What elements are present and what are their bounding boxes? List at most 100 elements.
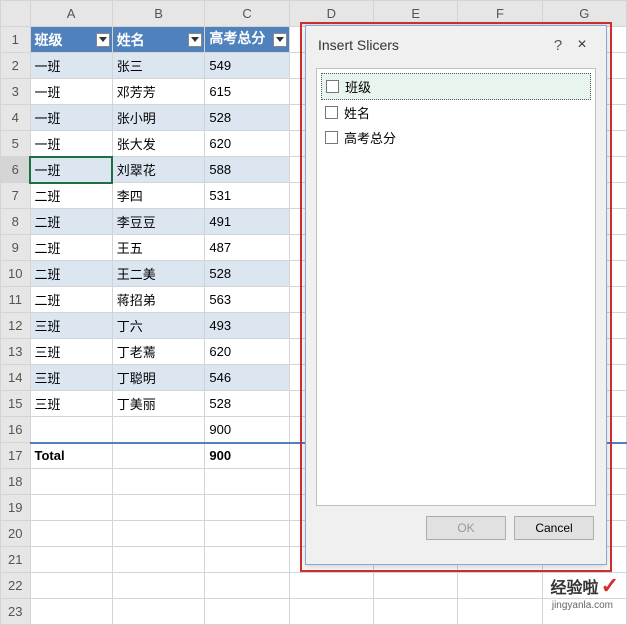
cell-name[interactable]: 丁聪明	[112, 365, 205, 391]
cell-class[interactable]: 一班	[30, 53, 112, 79]
col-header-G[interactable]: G	[542, 1, 626, 27]
check-icon: ✓	[601, 573, 619, 599]
row-header[interactable]: 13	[1, 339, 31, 365]
cell-name[interactable]: 王五	[112, 235, 205, 261]
row-header[interactable]: 9	[1, 235, 31, 261]
col-header-F[interactable]: F	[458, 1, 542, 27]
col-header-C[interactable]: C	[205, 1, 289, 27]
cell-score[interactable]: 531	[205, 183, 289, 209]
dialog-titlebar[interactable]: Insert Slicers ? ×	[306, 26, 606, 64]
cell-score[interactable]: 528	[205, 105, 289, 131]
cell-score[interactable]: 563	[205, 287, 289, 313]
filter-icon[interactable]	[96, 33, 110, 47]
cell-class[interactable]: 三班	[30, 391, 112, 417]
cell-score[interactable]: 528	[205, 391, 289, 417]
cell-class[interactable]: 二班	[30, 209, 112, 235]
ok-button[interactable]: OK	[426, 516, 506, 540]
row-header[interactable]: 5	[1, 131, 31, 157]
row-header[interactable]: 17	[1, 443, 31, 469]
row-header-1[interactable]: 1	[1, 27, 31, 53]
cell-class[interactable]: 一班	[30, 131, 112, 157]
total-value[interactable]: 900	[205, 443, 289, 469]
header-name[interactable]: 姓名	[112, 27, 205, 53]
col-header-B[interactable]: B	[112, 1, 205, 27]
row-header[interactable]: 10	[1, 261, 31, 287]
slicer-item[interactable]: 班级	[321, 73, 591, 100]
empty-row: 23	[1, 599, 627, 625]
column-header-row: A B C D E F G	[1, 1, 627, 27]
close-button[interactable]: ×	[570, 36, 594, 54]
cell-class[interactable]: 一班	[30, 79, 112, 105]
cell-class[interactable]: 二班	[30, 261, 112, 287]
cell-class[interactable]: 二班	[30, 287, 112, 313]
slicer-item[interactable]: 高考总分	[321, 125, 591, 150]
row-header[interactable]: 16	[1, 417, 31, 443]
insert-slicers-dialog: Insert Slicers ? × 班级姓名高考总分 OK Cancel	[305, 25, 607, 565]
total-label[interactable]: Total	[30, 443, 112, 469]
subtotal-cell[interactable]: 900	[205, 417, 289, 443]
row-header[interactable]: 8	[1, 209, 31, 235]
cell-name[interactable]: 丁美丽	[112, 391, 205, 417]
cell-score[interactable]: 546	[205, 365, 289, 391]
filter-icon[interactable]	[273, 33, 287, 47]
cell-score[interactable]: 493	[205, 313, 289, 339]
cell-score[interactable]: 491	[205, 209, 289, 235]
cell-name[interactable]: 张三	[112, 53, 205, 79]
help-button[interactable]: ?	[546, 37, 570, 54]
col-header-E[interactable]: E	[374, 1, 458, 27]
row-header[interactable]: 7	[1, 183, 31, 209]
cell-score[interactable]: 487	[205, 235, 289, 261]
row-header[interactable]: 19	[1, 495, 31, 521]
select-all-corner[interactable]	[1, 1, 31, 27]
cell-name[interactable]: 张小明	[112, 105, 205, 131]
cell-score[interactable]: 549	[205, 53, 289, 79]
cell-class[interactable]: 一班	[30, 157, 112, 183]
row-header[interactable]: 22	[1, 573, 31, 599]
row-header[interactable]: 12	[1, 313, 31, 339]
row-header[interactable]: 14	[1, 365, 31, 391]
cell-name[interactable]: 丁六	[112, 313, 205, 339]
slicer-label: 高考总分	[344, 128, 396, 147]
cell-name[interactable]: 丁老蔫	[112, 339, 205, 365]
cell-score[interactable]: 620	[205, 339, 289, 365]
row-header[interactable]: 23	[1, 599, 31, 625]
cell-name[interactable]: 张大发	[112, 131, 205, 157]
row-header[interactable]: 21	[1, 547, 31, 573]
row-header[interactable]: 20	[1, 521, 31, 547]
cell-class[interactable]: 三班	[30, 365, 112, 391]
cell-name[interactable]: 王二美	[112, 261, 205, 287]
checkbox[interactable]	[325, 106, 338, 119]
cell-name[interactable]: 蒋招弟	[112, 287, 205, 313]
row-header[interactable]: 15	[1, 391, 31, 417]
cell-name[interactable]: 刘翠花	[112, 157, 205, 183]
checkbox[interactable]	[326, 80, 339, 93]
checkbox[interactable]	[325, 131, 338, 144]
cell-name[interactable]: 李豆豆	[112, 209, 205, 235]
cell-class[interactable]: 二班	[30, 235, 112, 261]
cell-class[interactable]: 一班	[30, 105, 112, 131]
cell-class[interactable]: 二班	[30, 183, 112, 209]
col-header-D[interactable]: D	[289, 1, 373, 27]
header-score[interactable]: 高考总分	[205, 27, 289, 53]
cancel-button[interactable]: Cancel	[514, 516, 594, 540]
row-header[interactable]: 18	[1, 469, 31, 495]
cell-score[interactable]: 588	[205, 157, 289, 183]
cell-name[interactable]: 邓芳芳	[112, 79, 205, 105]
filter-icon[interactable]	[188, 33, 202, 47]
cell-score[interactable]: 615	[205, 79, 289, 105]
cell-name[interactable]: 李四	[112, 183, 205, 209]
row-header[interactable]: 4	[1, 105, 31, 131]
row-header[interactable]: 11	[1, 287, 31, 313]
dialog-footer: OK Cancel	[306, 516, 606, 550]
row-header[interactable]: 3	[1, 79, 31, 105]
row-header[interactable]: 6	[1, 157, 31, 183]
col-header-A[interactable]: A	[30, 1, 112, 27]
watermark: 经验啦 ✓	[551, 573, 619, 599]
cell-class[interactable]: 三班	[30, 313, 112, 339]
header-class[interactable]: 班级	[30, 27, 112, 53]
cell-score[interactable]: 620	[205, 131, 289, 157]
slicer-item[interactable]: 姓名	[321, 100, 591, 125]
cell-class[interactable]: 三班	[30, 339, 112, 365]
row-header[interactable]: 2	[1, 53, 31, 79]
cell-score[interactable]: 528	[205, 261, 289, 287]
